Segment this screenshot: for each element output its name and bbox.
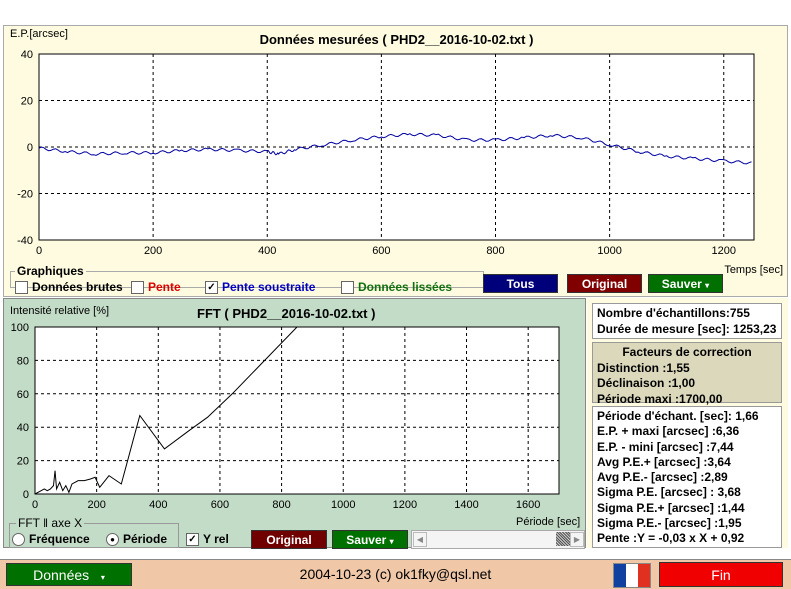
x-tick-label: 600 (211, 499, 229, 511)
correction-title: Facteurs de correction (622, 345, 752, 359)
fft-sauver-button[interactable]: Sauver ▾ (332, 530, 408, 549)
x-tick-label: 0 (32, 499, 38, 511)
main-chart-panel: E.P.[arcsec] Données mesurées ( PHD2__20… (3, 25, 788, 297)
main-xlabel: Temps [sec] (724, 264, 783, 276)
plot-area (34, 326, 560, 495)
stat-line: Période d'échant. [sec]: 1,66 (597, 409, 759, 423)
donnees-menu-button[interactable]: Données ▾ (6, 563, 132, 586)
x-tick-label: 600 (372, 245, 390, 257)
x-tick-label: 400 (149, 499, 167, 511)
duree-mesure: Durée de mesure [sec]: 1253,23 (597, 321, 777, 336)
stat-line: Sigma P.E. [arcsec] : 3,68 (597, 485, 741, 500)
donnees-lissees-checkbox[interactable]: Données lissées (341, 280, 452, 295)
scroll-right-icon[interactable]: ▶ (570, 532, 584, 547)
stats-box: Période d'échant. [sec]: 1,66 E.P. + maxi… (592, 406, 782, 548)
fft-axe-legend: FFT ‖ axe X (18, 516, 83, 530)
y-tick-label: -40 (17, 235, 33, 247)
correction-box: Facteurs de correction Distinction :1,55… (592, 342, 782, 406)
yrel-checkbox[interactable]: ✓ Y rel (186, 532, 229, 547)
fft-xlabel: Période [sec] (516, 516, 581, 528)
graphiques-group: Graphiques Données brutes Pente ✓ Pente s… (10, 264, 484, 295)
x-tick-label: 1200 (712, 245, 736, 257)
y-tick-label: 80 (17, 355, 29, 367)
scroll-left-icon[interactable]: ◀ (413, 532, 427, 547)
y-tick-label: 20 (21, 96, 33, 108)
stat-line: Avg P.E.- [arcsec] :2,89 (597, 470, 728, 485)
y-tick-label: 60 (17, 389, 29, 401)
y-tick-label: 100 (11, 322, 29, 334)
french-flag-icon[interactable] (613, 563, 651, 588)
y-tick-label: -20 (17, 189, 33, 201)
y-tick-label: 40 (17, 422, 29, 434)
footer-bar: Données ▾ 2004-10-23 (c) ok1fky@qsl.net … (0, 559, 791, 589)
stat-line: Sigma P.E.- [arcsec] :1,95 (597, 516, 742, 531)
y-tick-label: 20 (17, 456, 29, 468)
stat-line: E.P. - mini [arcsec] :7,44 (597, 439, 734, 454)
x-tick-label: 1400 (454, 499, 478, 511)
dropdown-arrow-icon: ▾ (100, 573, 105, 582)
tous-button[interactable]: Tous (483, 274, 558, 293)
x-tick-label: 800 (272, 499, 290, 511)
distinction: Distinction :1,55 (597, 360, 690, 375)
main-chart-svg: 0 200 400 600 800 1000 120040200-20-40 (17, 49, 755, 257)
graphiques-legend: Graphiques (17, 264, 84, 278)
y-tick-label: 40 (21, 49, 33, 61)
fft-chart-svg: 0 200 400 600 800 1000 1200 1400 160010080604020… (11, 322, 560, 511)
periode-radio[interactable]: ● Période (106, 532, 167, 547)
pente-checkbox[interactable]: Pente (131, 280, 181, 295)
x-tick-label: 1000 (597, 245, 621, 257)
dropdown-arrow-icon: ▾ (705, 281, 710, 290)
x-tick-label: 1600 (516, 499, 540, 511)
y-tick-label: 0 (23, 489, 29, 501)
x-tick-label: 200 (144, 245, 162, 257)
frequence-radio[interactable]: Fréquence (12, 532, 90, 547)
fft-scrollbar[interactable]: ◀ ▶ (411, 530, 585, 549)
info-panel: Nombre d'échantillons:755 Durée de mesur… (587, 298, 788, 548)
scroll-thumb[interactable] (556, 532, 570, 546)
x-tick-label: 200 (87, 499, 105, 511)
original-button[interactable]: Original (567, 274, 642, 293)
declinaison: Déclinaison :1,00 (597, 376, 696, 390)
x-tick-label: 400 (258, 245, 276, 257)
donnees-brutes-checkbox[interactable]: Données brutes (15, 280, 123, 295)
dropdown-arrow-icon: ▾ (389, 537, 394, 546)
stat-line: E.P. + maxi [arcsec] :6,36 (597, 424, 740, 439)
x-tick-label: 800 (486, 245, 504, 257)
stat-line: Avg P.E.+ [arcsec] :3,64 (597, 454, 731, 469)
nombre-echantillons: Nombre d'échantillons:755 (597, 306, 750, 320)
fin-button[interactable]: Fin (659, 562, 783, 587)
periode-maxi: Période maxi :1700,00 (597, 391, 723, 406)
stat-line: Pente :Y = -0,03 x X + 0,92 (597, 531, 745, 546)
x-tick-label: 1000 (331, 499, 355, 511)
fft-panel: Intensité relative [%] FFT ( PHD2__2016-… (3, 298, 586, 549)
fft-axe-group: FFT ‖ axe X Fréquence ● Période (9, 516, 179, 548)
y-tick-label: 0 (27, 142, 33, 154)
sample-info-box: Nombre d'échantillons:755 Durée de mesur… (592, 303, 782, 339)
x-tick-label: 1200 (393, 499, 417, 511)
pente-soustraite-checkbox[interactable]: ✓ Pente soustraite (205, 280, 315, 295)
fft-original-button[interactable]: Original (251, 530, 327, 549)
stat-line: Sigma P.E.+ [arcsec] :1,44 (597, 500, 745, 515)
x-tick-label: 0 (36, 245, 42, 257)
sauver-button[interactable]: Sauver ▾ (648, 274, 723, 293)
